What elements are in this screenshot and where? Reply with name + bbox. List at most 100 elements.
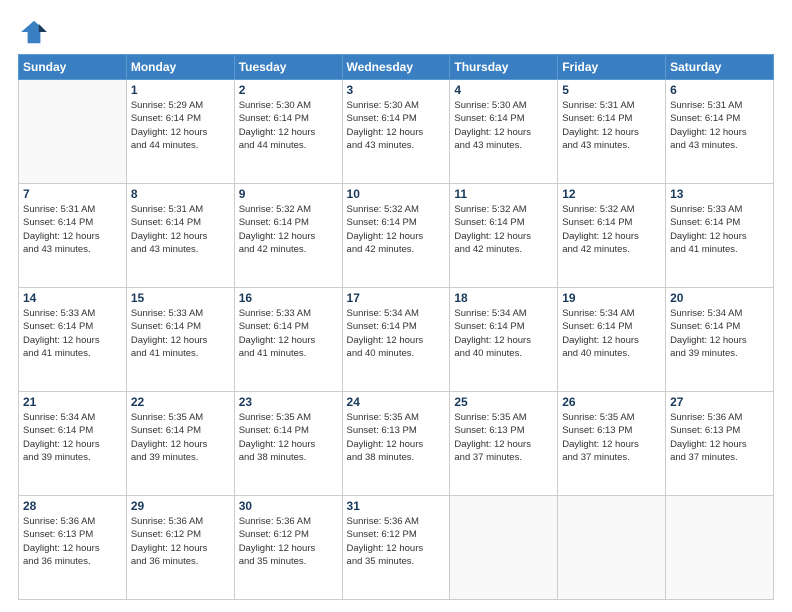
day-number: 17 bbox=[347, 291, 446, 305]
day-info: Sunrise: 5:31 AM Sunset: 6:14 PM Dayligh… bbox=[562, 99, 661, 152]
week-row-2: 7 Sunrise: 5:31 AM Sunset: 6:14 PM Daylig… bbox=[19, 184, 774, 288]
day-cell: 3 Sunrise: 5:30 AM Sunset: 6:14 PM Daylig… bbox=[342, 80, 450, 184]
col-header-friday: Friday bbox=[558, 55, 666, 80]
day-cell: 31 Sunrise: 5:36 AM Sunset: 6:12 PM Dayli… bbox=[342, 496, 450, 600]
day-cell: 22 Sunrise: 5:35 AM Sunset: 6:14 PM Dayli… bbox=[126, 392, 234, 496]
day-info: Sunrise: 5:32 AM Sunset: 6:14 PM Dayligh… bbox=[454, 203, 553, 256]
day-cell: 11 Sunrise: 5:32 AM Sunset: 6:14 PM Dayli… bbox=[450, 184, 558, 288]
day-info: Sunrise: 5:36 AM Sunset: 6:13 PM Dayligh… bbox=[23, 515, 122, 568]
day-info: Sunrise: 5:32 AM Sunset: 6:14 PM Dayligh… bbox=[562, 203, 661, 256]
day-info: Sunrise: 5:35 AM Sunset: 6:14 PM Dayligh… bbox=[239, 411, 338, 464]
week-row-4: 21 Sunrise: 5:34 AM Sunset: 6:14 PM Dayli… bbox=[19, 392, 774, 496]
day-info: Sunrise: 5:36 AM Sunset: 6:13 PM Dayligh… bbox=[670, 411, 769, 464]
logo bbox=[18, 16, 54, 48]
day-cell: 19 Sunrise: 5:34 AM Sunset: 6:14 PM Dayli… bbox=[558, 288, 666, 392]
week-row-5: 28 Sunrise: 5:36 AM Sunset: 6:13 PM Dayli… bbox=[19, 496, 774, 600]
day-cell: 25Sunrise: 5:35 AM Sunset: 6:13 PM Dayli… bbox=[450, 392, 558, 496]
day-number: 7 bbox=[23, 187, 122, 201]
week-row-3: 14 Sunrise: 5:33 AM Sunset: 6:14 PM Dayli… bbox=[19, 288, 774, 392]
day-info: Sunrise: 5:32 AM Sunset: 6:14 PM Dayligh… bbox=[347, 203, 446, 256]
day-number: 11 bbox=[454, 187, 553, 201]
day-info: Sunrise: 5:35 AM Sunset: 6:13 PM Dayligh… bbox=[347, 411, 446, 464]
day-number: 21 bbox=[23, 395, 122, 409]
day-number: 15 bbox=[131, 291, 230, 305]
day-number: 9 bbox=[239, 187, 338, 201]
day-number: 24 bbox=[347, 395, 446, 409]
day-number: 10 bbox=[347, 187, 446, 201]
day-cell: 17 Sunrise: 5:34 AM Sunset: 6:14 PM Dayli… bbox=[342, 288, 450, 392]
day-number: 13 bbox=[670, 187, 769, 201]
day-info: Sunrise: 5:31 AM Sunset: 6:14 PM Dayligh… bbox=[670, 99, 769, 152]
day-number: 16 bbox=[239, 291, 338, 305]
day-info: Sunrise: 5:36 AM Sunset: 6:12 PM Dayligh… bbox=[239, 515, 338, 568]
col-header-thursday: Thursday bbox=[450, 55, 558, 80]
day-number: 6 bbox=[670, 83, 769, 97]
day-info: Sunrise: 5:29 AM Sunset: 6:14 PM Dayligh… bbox=[131, 99, 230, 152]
day-cell bbox=[19, 80, 127, 184]
day-number: 20 bbox=[670, 291, 769, 305]
day-number: 8 bbox=[131, 187, 230, 201]
day-cell bbox=[558, 496, 666, 600]
day-cell: 20Sunrise: 5:34 AM Sunset: 6:14 PM Dayli… bbox=[666, 288, 774, 392]
day-cell: 23 Sunrise: 5:35 AM Sunset: 6:14 PM Dayli… bbox=[234, 392, 342, 496]
day-cell: 7Sunrise: 5:31 AM Sunset: 6:14 PM Daylig… bbox=[19, 184, 127, 288]
day-info: Sunrise: 5:31 AM Sunset: 6:14 PM Dayligh… bbox=[131, 203, 230, 256]
day-info: Sunrise: 5:34 AM Sunset: 6:14 PM Dayligh… bbox=[562, 307, 661, 360]
day-info: Sunrise: 5:34 AM Sunset: 6:14 PM Dayligh… bbox=[23, 411, 122, 464]
day-cell: 10 Sunrise: 5:32 AM Sunset: 6:14 PM Dayli… bbox=[342, 184, 450, 288]
day-number: 26 bbox=[562, 395, 661, 409]
day-number: 29 bbox=[131, 499, 230, 513]
day-cell: 29 Sunrise: 5:36 AM Sunset: 6:12 PM Dayli… bbox=[126, 496, 234, 600]
day-number: 27 bbox=[670, 395, 769, 409]
day-info: Sunrise: 5:36 AM Sunset: 6:12 PM Dayligh… bbox=[347, 515, 446, 568]
day-number: 30 bbox=[239, 499, 338, 513]
day-info: Sunrise: 5:34 AM Sunset: 6:14 PM Dayligh… bbox=[454, 307, 553, 360]
calendar-table: SundayMondayTuesdayWednesdayThursdayFrid… bbox=[18, 54, 774, 600]
col-header-saturday: Saturday bbox=[666, 55, 774, 80]
day-info: Sunrise: 5:33 AM Sunset: 6:14 PM Dayligh… bbox=[23, 307, 122, 360]
day-info: Sunrise: 5:35 AM Sunset: 6:13 PM Dayligh… bbox=[562, 411, 661, 464]
day-cell: 27 Sunrise: 5:36 AM Sunset: 6:13 PM Dayli… bbox=[666, 392, 774, 496]
day-number: 14 bbox=[23, 291, 122, 305]
day-cell: 8 Sunrise: 5:31 AM Sunset: 6:14 PM Daylig… bbox=[126, 184, 234, 288]
day-info: Sunrise: 5:33 AM Sunset: 6:14 PM Dayligh… bbox=[131, 307, 230, 360]
day-info: Sunrise: 5:36 AM Sunset: 6:12 PM Dayligh… bbox=[131, 515, 230, 568]
day-info: Sunrise: 5:34 AM Sunset: 6:14 PM Dayligh… bbox=[347, 307, 446, 360]
day-number: 23 bbox=[239, 395, 338, 409]
col-header-wednesday: Wednesday bbox=[342, 55, 450, 80]
day-cell: 16Sunrise: 5:33 AM Sunset: 6:14 PM Dayli… bbox=[234, 288, 342, 392]
header-row: SundayMondayTuesdayWednesdayThursdayFrid… bbox=[19, 55, 774, 80]
day-info: Sunrise: 5:33 AM Sunset: 6:14 PM Dayligh… bbox=[670, 203, 769, 256]
day-number: 3 bbox=[347, 83, 446, 97]
col-header-tuesday: Tuesday bbox=[234, 55, 342, 80]
day-cell: 15 Sunrise: 5:33 AM Sunset: 6:14 PM Dayli… bbox=[126, 288, 234, 392]
day-number: 25 bbox=[454, 395, 553, 409]
day-cell: 4Sunrise: 5:30 AM Sunset: 6:14 PM Daylig… bbox=[450, 80, 558, 184]
day-cell: 5 Sunrise: 5:31 AM Sunset: 6:14 PM Daylig… bbox=[558, 80, 666, 184]
day-cell: 6 Sunrise: 5:31 AM Sunset: 6:14 PM Daylig… bbox=[666, 80, 774, 184]
day-cell bbox=[666, 496, 774, 600]
day-cell: 1Sunrise: 5:29 AM Sunset: 6:14 PM Daylig… bbox=[126, 80, 234, 184]
day-info: Sunrise: 5:32 AM Sunset: 6:14 PM Dayligh… bbox=[239, 203, 338, 256]
col-header-sunday: Sunday bbox=[19, 55, 127, 80]
day-cell: 21 Sunrise: 5:34 AM Sunset: 6:14 PM Dayli… bbox=[19, 392, 127, 496]
day-number: 19 bbox=[562, 291, 661, 305]
day-info: Sunrise: 5:30 AM Sunset: 6:14 PM Dayligh… bbox=[347, 99, 446, 152]
day-cell bbox=[450, 496, 558, 600]
day-info: Sunrise: 5:35 AM Sunset: 6:14 PM Dayligh… bbox=[131, 411, 230, 464]
week-row-1: 1Sunrise: 5:29 AM Sunset: 6:14 PM Daylig… bbox=[19, 80, 774, 184]
day-number: 28 bbox=[23, 499, 122, 513]
day-cell: 13 Sunrise: 5:33 AM Sunset: 6:14 PM Dayli… bbox=[666, 184, 774, 288]
day-cell: 18Sunrise: 5:34 AM Sunset: 6:14 PM Dayli… bbox=[450, 288, 558, 392]
day-number: 12 bbox=[562, 187, 661, 201]
day-cell: 28 Sunrise: 5:36 AM Sunset: 6:13 PM Dayli… bbox=[19, 496, 127, 600]
day-cell: 9 Sunrise: 5:32 AM Sunset: 6:14 PM Daylig… bbox=[234, 184, 342, 288]
day-cell: 30 Sunrise: 5:36 AM Sunset: 6:12 PM Dayli… bbox=[234, 496, 342, 600]
day-number: 22 bbox=[131, 395, 230, 409]
day-number: 31 bbox=[347, 499, 446, 513]
day-number: 5 bbox=[562, 83, 661, 97]
day-info: Sunrise: 5:30 AM Sunset: 6:14 PM Dayligh… bbox=[239, 99, 338, 152]
day-cell: 12 Sunrise: 5:32 AM Sunset: 6:14 PM Dayli… bbox=[558, 184, 666, 288]
day-cell: 24 Sunrise: 5:35 AM Sunset: 6:13 PM Dayli… bbox=[342, 392, 450, 496]
day-number: 4 bbox=[454, 83, 553, 97]
